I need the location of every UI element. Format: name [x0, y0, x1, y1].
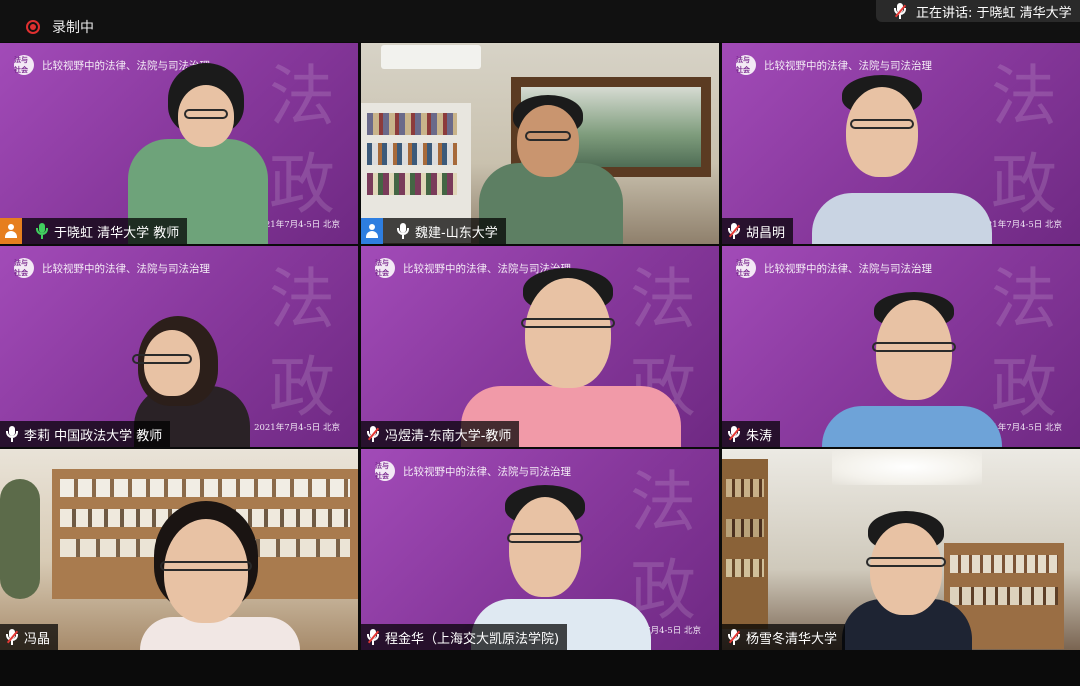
participant-name: 魏建-山东大学 [415, 225, 498, 241]
top-bar: 录制中 正在讲话: 于晓虹 清华大学 [0, 0, 1080, 42]
mic-muted-icon [728, 426, 740, 442]
record-icon [26, 20, 40, 34]
participant-name-bar: 胡昌明 [722, 218, 794, 244]
video-tile[interactable]: 法与社会 比较视野中的法律、法院与司法治理 法政 2021年7月4-5日 北京 … [361, 449, 719, 650]
recording-label: 录制中 [52, 20, 94, 36]
video-grid: 法与社会 比较视野中的法律、法院与司法治理 法政 2021年7月4-5日 北京 … [0, 43, 1080, 650]
participant-video [471, 43, 631, 244]
recording-indicator[interactable]: 录制中 [26, 17, 94, 37]
mic-muted-icon [728, 223, 740, 239]
avatar-icon [0, 218, 22, 244]
video-tile[interactable]: 法与社会 比较视野中的法律、法院与司法治理 法政 2021年7月4-5日 北京 … [722, 246, 1080, 447]
conference-logo: 法与社会 [375, 258, 395, 278]
air-conditioner [381, 45, 481, 69]
participant-name: 冯晶 [24, 631, 51, 647]
video-tile[interactable]: 法与社会 比较视野中的法律、法院与司法治理 法政 2021年7月4-5日 北京 … [722, 43, 1080, 244]
video-tile[interactable]: 魏建-山东大学 [361, 43, 719, 244]
conference-logo: 法与社会 [375, 461, 395, 481]
participant-video [842, 449, 972, 650]
avatar-icon [361, 218, 383, 244]
participant-name: 朱涛 [746, 428, 773, 444]
slide-watermark: 法政 [269, 58, 335, 223]
video-tile[interactable]: 法与社会 比较视野中的法律、法院与司法治理 法政 2021年7月4-5日 北京 … [0, 43, 358, 244]
participant-name: 冯煜清-东南大学-教师 [385, 428, 512, 444]
participant-video [140, 449, 300, 650]
video-tile[interactable]: 法与社会 比较视野中的法律、法院与司法治理 法政 冯煜清-东南大学-教师 [361, 246, 719, 447]
slide-watermark: 法政 [269, 261, 335, 426]
video-tile[interactable]: 法与社会 比较视野中的法律、法院与司法治理 法政 2021年7月4-5日 北京 … [0, 246, 358, 447]
mic-active-icon [36, 223, 48, 239]
participant-name-bar: 朱涛 [722, 421, 781, 447]
mic-muted-icon [367, 426, 379, 442]
participant-name: 李莉 中国政法大学 教师 [24, 428, 163, 444]
participant-name-bar: 李莉 中国政法大学 教师 [0, 421, 171, 447]
conference-logo: 法与社会 [14, 258, 34, 278]
participant-name: 于晓虹 清华大学 教师 [54, 225, 180, 241]
mic-muted-icon [367, 629, 379, 645]
participant-name: 胡昌明 [746, 225, 786, 241]
participant-name: 杨雪冬清华大学 [746, 631, 838, 647]
participant-name: 程金华（上海交大凯原法学院) [385, 631, 560, 647]
conference-logo: 法与社会 [736, 258, 756, 278]
participant-name-bar: 于晓虹 清华大学 教师 [0, 218, 188, 244]
video-tile[interactable]: 冯晶 [0, 449, 358, 650]
plant [0, 479, 40, 599]
participant-video [120, 43, 270, 244]
slide-date: 2021年7月4-5日 北京 [254, 423, 340, 433]
participant-name-bar: 魏建-山东大学 [361, 218, 506, 244]
conference-logo: 法与社会 [14, 55, 34, 75]
participant-video [110, 246, 260, 447]
mic-muted-icon [728, 629, 740, 645]
speaking-indicator: 正在讲话: 于晓虹 清华大学 [876, 0, 1080, 22]
mic-muted-icon [6, 629, 18, 645]
mic-icon [397, 223, 409, 239]
participant-name-bar: 冯煜清-东南大学-教师 [361, 421, 520, 447]
participant-video [802, 43, 1002, 244]
participant-video [812, 246, 1012, 447]
participant-name-bar: 程金华（上海交大凯原法学院) [361, 624, 568, 650]
conference-logo: 法与社会 [736, 55, 756, 75]
participant-video [461, 246, 681, 447]
speaking-label: 正在讲话: 于晓虹 清华大学 [916, 5, 1072, 21]
participant-name-bar: 冯晶 [0, 624, 59, 650]
mic-icon [6, 426, 18, 442]
participant-name-bar: 杨雪冬清华大学 [722, 624, 846, 650]
bookshelf [722, 459, 768, 629]
mic-muted-icon [894, 3, 906, 19]
participant-video [461, 449, 661, 650]
video-tile[interactable]: 杨雪冬清华大学 [722, 449, 1080, 650]
